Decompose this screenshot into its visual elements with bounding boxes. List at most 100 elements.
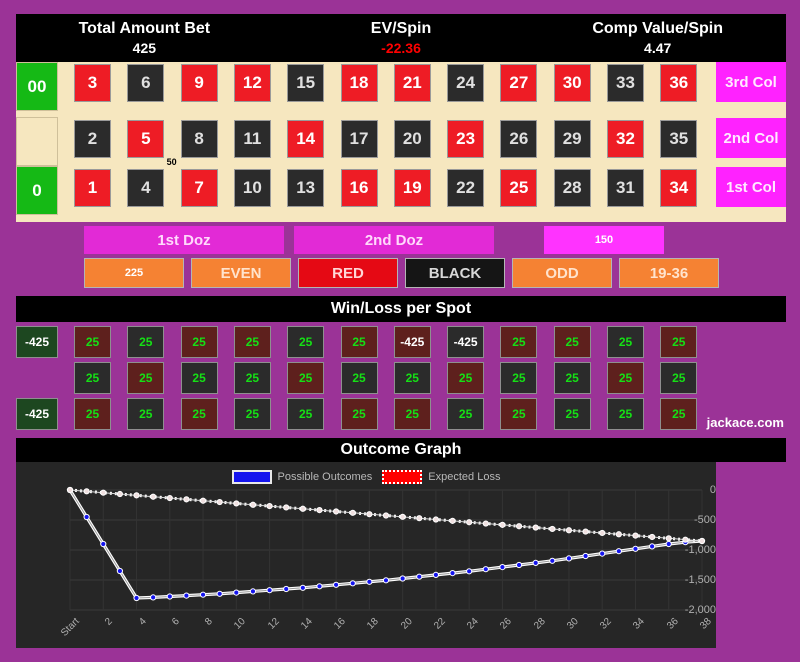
number-cell-35[interactable]: 35 [660,120,698,158]
winloss-cell: 25 [74,362,111,394]
summary-metric-label: Total Amount Bet [78,20,211,37]
winloss-cell: 25 [233,398,271,430]
outside-bets[interactable]: 1st Doz 2nd Doz 150 225 EVEN RED BLACK ODD 19-36 [16,224,786,290]
even-bet-odd[interactable]: ODD [512,258,612,288]
number-cell-31[interactable]: 31 [607,169,644,207]
summary-metric-value: -22.36 [381,40,421,56]
number-cell-23[interactable]: 23 [447,120,485,158]
winloss-cell: -425 [393,326,431,358]
winloss-cell: 25 [500,398,538,430]
even-bet-225[interactable]: 225 [84,258,184,288]
even-bet-19-36[interactable]: 19-36 [619,258,719,288]
number-cell-28[interactable]: 28 [553,169,591,207]
graph-title: Outcome Graph [16,438,786,462]
number-cell-22[interactable]: 22 [447,169,485,207]
number-cell-19[interactable]: 19 [393,169,431,207]
zero-cell-0[interactable]: 0 [16,166,58,215]
number-cell-18[interactable]: 18 [340,64,378,102]
number-cell-20[interactable]: 20 [393,120,431,158]
number-cell-16[interactable]: 16 [340,169,378,207]
winloss-cell: 25 [287,362,325,394]
number-cell-5[interactable]: 5 [127,120,165,158]
winloss-cell: 25 [180,326,218,358]
winloss-cell: 25 [447,362,485,394]
number-cell-34[interactable]: 34 [660,169,698,207]
number-cell-27[interactable]: 27 [500,64,538,102]
number-cell-36[interactable]: 36 [660,64,698,102]
winloss-zero-cell: -425 [16,398,58,430]
summary-metric: Total Amount Bet 425 [16,14,273,62]
column-bet-2nd-col[interactable]: 2nd Col [716,118,786,158]
number-cell-29[interactable]: 29 [553,120,591,158]
winloss-cell: 25 [127,326,165,358]
number-cell-33[interactable]: 33 [607,64,644,102]
number-cell-21[interactable]: 21 [393,64,431,102]
summary-metric-value: 425 [132,40,157,56]
number-cell-2[interactable]: 2 [74,120,111,158]
column-bet-1st-col[interactable]: 1st Col [716,167,786,207]
winloss-cell: 25 [607,362,644,394]
number-cell-6[interactable]: 6 [127,64,165,102]
number-cell-9[interactable]: 9 [180,64,218,102]
dozen-bet-1[interactable]: 1st Doz [84,226,284,254]
winloss-cell: 25 [607,398,644,430]
number-cell-12[interactable]: 12 [233,64,271,102]
summary-metric: EV/Spin -22.36 [273,14,530,62]
winloss-cell: 25 [340,362,378,394]
number-cell-32[interactable]: 32 [607,120,644,158]
outcome-graph: Possible Outcomes Expected Loss 0 -500 -1,0… [16,462,716,648]
number-cell-10[interactable]: 10 [233,169,271,207]
zero-blank-cell[interactable] [16,117,58,166]
number-cell-4[interactable]: 4 [127,169,165,207]
number-cell-26[interactable]: 26 [500,120,538,158]
corner-bet-chip[interactable]: 50 [167,157,177,167]
number-cell-30[interactable]: 30 [553,64,591,102]
dozen-bet-2[interactable]: 2nd Doz [294,226,494,254]
winloss-cell: 25 [180,398,218,430]
summary-metric-label: Comp Value/Spin [592,20,724,37]
number-cell-15[interactable]: 15 [287,64,325,102]
even-bet-even[interactable]: EVEN [191,258,291,288]
winloss-cell: 25 [500,326,538,358]
winloss-cell: 25 [340,398,378,430]
number-cell-17[interactable]: 17 [340,120,378,158]
winloss-cell: 25 [127,398,165,430]
summary-metric: Comp Value/Spin 4.47 [529,14,786,62]
zero-cell-00[interactable]: 00 [16,62,58,111]
winloss-cell: 25 [660,398,698,430]
dozen-bet-3[interactable]: 150 [544,226,664,254]
y-axis-tick-label: -1,000 [684,544,716,556]
number-cell-14[interactable]: 14 [287,120,325,158]
y-axis-tick-label: -1,500 [684,574,716,586]
number-cell-25[interactable]: 25 [500,169,538,207]
winloss-cell: 25 [660,362,698,394]
number-cell-11[interactable]: 11 [233,120,271,158]
winloss-cell: 25 [553,398,591,430]
number-cell-3[interactable]: 3 [74,64,111,102]
winloss-cell: 25 [447,398,485,430]
winloss-cell: 25 [233,362,271,394]
number-cell-7[interactable]: 7 [180,169,218,207]
number-cell-24[interactable]: 24 [447,64,485,102]
y-axis-tick-label: -2,000 [684,604,716,616]
summary-metric-value: 4.47 [644,40,672,56]
number-cell-13[interactable]: 13 [287,169,325,207]
winloss-cell: 25 [233,326,271,358]
winloss-cell: 25 [74,398,111,430]
winloss-cell: 25 [500,362,538,394]
winloss-cell: 25 [287,326,325,358]
winloss-cell: 25 [340,326,378,358]
winloss-cell: 25 [553,362,591,394]
number-cell-1[interactable]: 1 [74,169,111,207]
column-bet-3rd-col[interactable]: 3rd Col [716,62,786,102]
number-cell-8[interactable]: 8 [180,120,218,158]
winloss-cell: 25 [127,362,165,394]
even-bet-black[interactable]: BLACK [405,258,505,288]
even-bet-red[interactable]: RED [298,258,398,288]
winloss-cell: 25 [74,326,111,358]
roulette-board[interactable]: 3 6 9 12 15 18 21 24 27 30 33 36 2 5 8 11 14 17 20 23 26 29 32… [16,62,786,222]
winloss-cell: 25 [660,326,698,358]
winloss-cell: 25 [553,326,591,358]
number-grid[interactable]: 3 6 9 12 15 18 21 24 27 30 33 36 2 5 8 11 14 17 20 23 26 29 32… [74,62,714,222]
winloss-cell: -425 [447,326,485,358]
